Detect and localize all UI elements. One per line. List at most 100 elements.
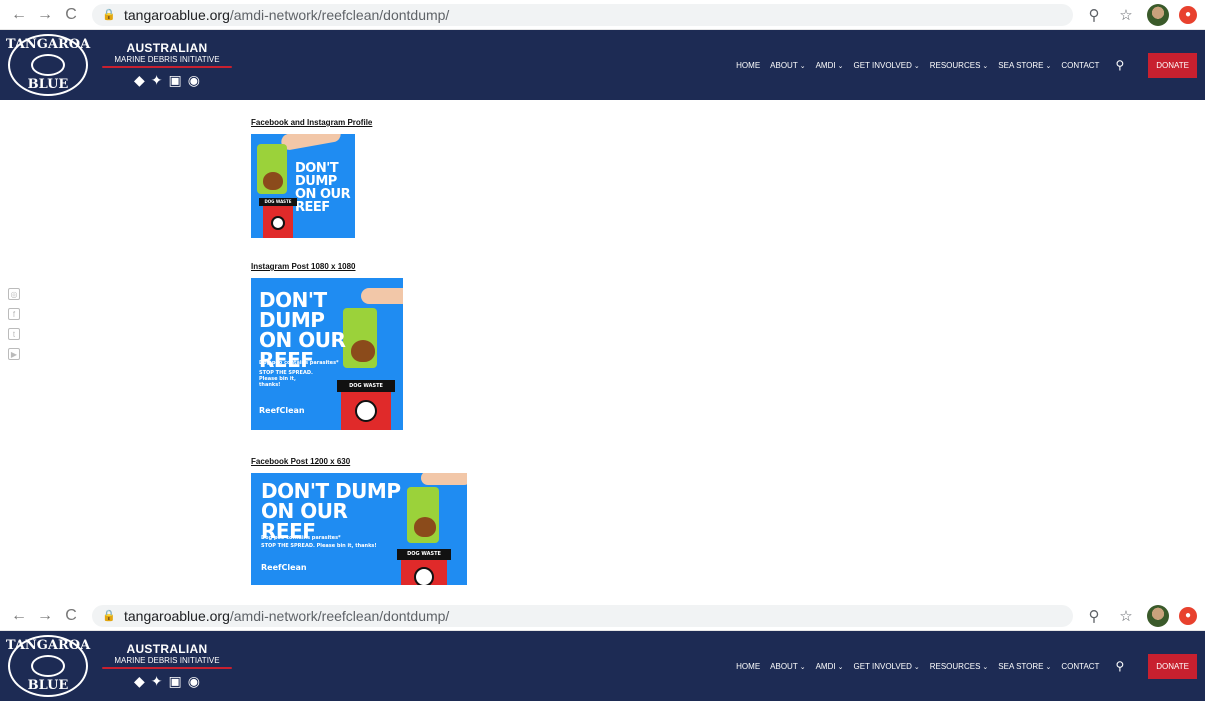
section-title[interactable]: Instagram Post 1080 x 1080 [251, 262, 403, 271]
nav-about[interactable]: ABOUT ⌄ [770, 61, 805, 70]
nav-get-involved[interactable]: GET INVOLVED ⌄ [853, 61, 919, 70]
nav-sea-store[interactable]: SEA STORE ⌄ [998, 662, 1051, 671]
page-content: ◎ f t ▶ Facebook and Instagram Profile D… [0, 100, 1205, 589]
logo-top-text: TANGAROA [5, 36, 91, 52]
chevron-down-icon: ⌄ [1045, 663, 1052, 671]
nav-get-involved-label: GET INVOLVED [853, 661, 912, 671]
reefclean-logo: ReefClean [261, 563, 307, 572]
instagram-icon[interactable]: ◎ [8, 288, 20, 300]
logo-bottom-text: BLUE [27, 77, 69, 92]
nav-contact[interactable]: CONTACT [1061, 662, 1099, 671]
nav-sea-store[interactable]: SEA STORE ⌄ [998, 61, 1051, 70]
tile-line1: Dog poo contains parasites* [259, 360, 339, 366]
tile-line2: STOP THE SPREAD. Please bin it, thanks! [261, 543, 377, 549]
nav-resources[interactable]: RESOURCES ⌄ [930, 662, 989, 671]
youtube-icon[interactable]: ▶ [8, 348, 20, 360]
section-title[interactable]: Facebook and Instagram Profile [251, 118, 372, 127]
zoom-icon[interactable]: ⚲ [1083, 605, 1105, 627]
site-header: TANGAROA BLUE AUSTRALIAN MARINE DEBRIS I… [0, 631, 1205, 701]
extension-icon[interactable]: ● [1179, 606, 1197, 625]
nav-resources-label: RESOURCES [929, 661, 981, 671]
logo-emblem [31, 54, 65, 76]
chevron-down-icon: ⌄ [799, 663, 806, 671]
nav-amdi-label: AMDI [815, 661, 836, 671]
section-instagram-post: Instagram Post 1080 x 1080 DON'T DUMP ON… [251, 262, 403, 430]
hand-graphic [280, 134, 342, 152]
nav-contact[interactable]: CONTACT [1061, 61, 1099, 70]
zoom-icon[interactable]: ⚲ [1083, 4, 1105, 26]
poo-graphic [414, 517, 436, 537]
tangaroa-blue-logo[interactable]: TANGAROA BLUE [5, 34, 91, 96]
chevron-down-icon: ⌄ [837, 663, 844, 671]
twitter-icon[interactable]: t [8, 328, 20, 340]
dog-icon [271, 216, 285, 230]
bookmark-star-icon[interactable]: ☆ [1115, 4, 1137, 26]
browser-toolbar: ← → C 🔒 tangaroablue.org/amdi-network/re… [0, 601, 1205, 631]
back-arrow-icon[interactable]: ← [8, 605, 30, 627]
chevron-down-icon: ⌄ [913, 663, 920, 671]
browser-actions: ⚲ ☆ ● [1083, 3, 1197, 26]
nav-get-involved-label: GET INVOLVED [853, 60, 912, 70]
facebook-post-image[interactable]: DON'T DUMP ON OUR REEF Dog poo contains … [251, 473, 467, 585]
profile-avatar[interactable] [1147, 3, 1169, 26]
bin-icon: ▣ [168, 673, 182, 689]
search-icon[interactable]: ⚲ [1115, 659, 1124, 673]
forward-arrow-icon[interactable]: → [34, 605, 56, 627]
tile-line2: STOP THE SPREAD. Please bin it, thanks! [259, 370, 313, 388]
instagram-post-image[interactable]: DON'T DUMP ON OUR REEF Dog poo contains … [251, 278, 403, 430]
amdi-swoosh [102, 667, 232, 669]
nav-contact-label: CONTACT [1061, 60, 1100, 70]
poo-graphic [351, 340, 375, 362]
nav-amdi[interactable]: AMDI ⌄ [816, 662, 844, 671]
browser-toolbar: ← → C 🔒 tangaroablue.org/amdi-network/re… [0, 0, 1205, 30]
bin-label: DOG WASTE [397, 549, 451, 560]
search-icon[interactable]: ⚲ [1115, 58, 1124, 72]
hand-graphic [421, 473, 467, 485]
amdi-title: AUSTRALIAN [126, 642, 208, 656]
tangaroa-blue-logo[interactable]: TANGAROA BLUE [6, 635, 90, 697]
australia-icon: ◆ [134, 72, 145, 88]
nav-about-label: ABOUT [770, 661, 798, 671]
profile-image[interactable]: DON'T DUMP ON OUR REEF DOG WASTE [251, 134, 355, 238]
tile-line1: Dog poo contains parasites* [261, 535, 341, 541]
logo-emblem [31, 655, 65, 677]
nav-amdi[interactable]: AMDI ⌄ [816, 61, 844, 70]
bin-label: DOG WASTE [337, 380, 395, 392]
reload-icon[interactable]: C [60, 4, 82, 26]
nav-about[interactable]: ABOUT ⌄ [770, 662, 805, 671]
amdi-swoosh [102, 66, 232, 68]
section-facebook-post: Facebook Post 1200 x 630 DON'T DUMP ON O… [251, 457, 467, 585]
amdi-logo[interactable]: AUSTRALIAN MARINE DEBRIS INITIATIVE ◆ ✦ … [102, 642, 232, 690]
lock-icon: 🔒 [102, 610, 116, 622]
forward-arrow-icon[interactable]: → [34, 4, 56, 26]
address-bar[interactable]: 🔒 tangaroablue.org/amdi-network/reefclea… [92, 604, 1073, 627]
profile-avatar[interactable] [1147, 604, 1169, 627]
donate-button[interactable]: DONATE [1148, 653, 1197, 679]
browser-actions: ⚲ ☆ ● [1083, 604, 1197, 627]
globe-icon: ◉ [187, 72, 200, 88]
nav-home-label: HOME [736, 661, 761, 671]
amdi-title: AUSTRALIAN [126, 41, 208, 55]
nav-home[interactable]: HOME [736, 662, 760, 671]
turtle-icon: ✦ [150, 72, 163, 88]
bookmark-star-icon[interactable]: ☆ [1115, 605, 1137, 627]
reload-icon[interactable]: C [60, 605, 82, 627]
address-bar[interactable]: 🔒 tangaroablue.org/amdi-network/reefclea… [92, 3, 1073, 26]
nav-contact-label: CONTACT [1061, 661, 1100, 671]
reefclean-logo: ReefClean [259, 406, 305, 415]
amdi-logo[interactable]: AUSTRALIAN MARINE DEBRIS INITIATIVE ◆ ✦ … [102, 41, 232, 89]
facebook-icon[interactable]: f [8, 308, 20, 320]
nav-home[interactable]: HOME [736, 61, 760, 70]
nav-get-involved[interactable]: GET INVOLVED ⌄ [853, 662, 919, 671]
url-domain: tangaroablue.org [124, 6, 230, 23]
section-title[interactable]: Facebook Post 1200 x 630 [251, 457, 467, 466]
poo-graphic [263, 172, 283, 190]
dog-icon [414, 567, 434, 585]
chevron-down-icon: ⌄ [913, 62, 920, 70]
donate-button[interactable]: DONATE [1148, 52, 1197, 78]
nav-resources[interactable]: RESOURCES ⌄ [930, 61, 989, 70]
australia-icon: ◆ [134, 673, 145, 689]
back-arrow-icon[interactable]: ← [8, 4, 30, 26]
extension-icon[interactable]: ● [1179, 5, 1197, 24]
chevron-down-icon: ⌄ [837, 62, 844, 70]
